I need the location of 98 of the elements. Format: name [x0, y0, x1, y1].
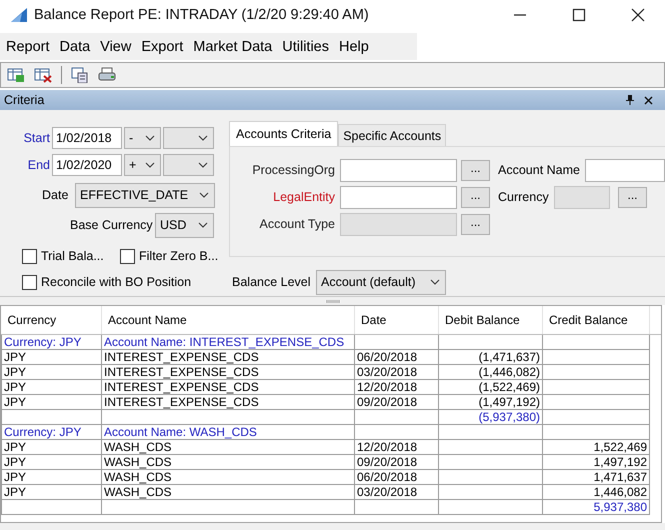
- sign-dropdown[interactable]: -: [124, 127, 161, 149]
- table-cell: JPY: [4, 366, 26, 378]
- checkbox-label: Reconcile with BO Position: [41, 275, 192, 289]
- close-icon[interactable]: [644, 96, 653, 104]
- menu-item[interactable]: Export: [139, 38, 190, 54]
- table-cell: 06/20/2018: [357, 470, 418, 484]
- input-field[interactable]: [585, 158, 665, 182]
- table-cell: 12/20/2018: [357, 380, 418, 394]
- table-cell: 03/20/2018: [357, 486, 418, 498]
- table-cell: JPY: [4, 456, 26, 468]
- table-cell: JPY: [4, 350, 26, 364]
- table-cell: (1,471,637): [478, 350, 540, 364]
- table-cell: 1,522,469: [594, 440, 647, 454]
- caret-icon: [145, 162, 155, 168]
- browse-button[interactable]: ...: [461, 160, 490, 180]
- table-cell: 1,471,637: [594, 470, 647, 484]
- table-cell: INTEREST_EXPENSE_CDS: [104, 366, 259, 378]
- caret-icon: [145, 135, 155, 141]
- table-cell: (1,522,469): [478, 380, 540, 394]
- input-field[interactable]: [340, 186, 457, 208]
- menu-item[interactable]: Market Data: [191, 38, 280, 54]
- window-title: Balance Report PE: INTRADAY (1/2/20 9:29:40 AM): [34, 7, 369, 23]
- table-cell: WASH_CDS: [104, 486, 172, 498]
- checkbox[interactable]: [22, 248, 37, 264]
- table-cell: 06/20/2018: [357, 350, 418, 364]
- table-cell: 5,937,380: [594, 500, 647, 514]
- printer-icon[interactable]: [98, 67, 116, 83]
- table-cell: 1,497,192: [594, 456, 647, 468]
- panel-title: Criteria: [4, 93, 44, 107]
- pin-icon[interactable]: [626, 95, 634, 105]
- checkbox[interactable]: [22, 274, 37, 290]
- column-header[interactable]: Credit Balance: [542, 306, 650, 334]
- field-label: Account Type: [258, 217, 336, 231]
- column-header[interactable]: Date: [354, 306, 438, 334]
- table-add-icon[interactable]: [7, 67, 25, 83]
- currency-dropdown[interactable]: USD: [155, 212, 214, 238]
- table-cell: JPY: [4, 380, 26, 394]
- input-field[interactable]: [340, 158, 457, 182]
- caret-icon: [198, 162, 208, 168]
- date-field[interactable]: 1/02/2020: [52, 154, 122, 176]
- tab[interactable]: Specific Accounts: [338, 124, 446, 146]
- checkbox[interactable]: [120, 248, 135, 264]
- app-logo-icon: [10, 7, 28, 23]
- table-cell: JPY: [4, 440, 26, 454]
- table-cell: JPY: [4, 486, 26, 498]
- menu-item[interactable]: Data: [58, 38, 98, 54]
- field-label: Account Name: [498, 163, 581, 177]
- table-cell: Currency: JPY: [4, 336, 82, 348]
- table-cell: (1,446,082): [478, 366, 540, 378]
- column-header[interactable]: Account Name: [102, 306, 354, 334]
- table-cell: Account Name: INTEREST_EXPENSE_CDS: [104, 336, 344, 348]
- table-cell: Account Name: WASH_CDS: [104, 426, 257, 438]
- menu-item[interactable]: Help: [336, 38, 376, 54]
- tab[interactable]: Accounts Criteria: [229, 121, 338, 146]
- table-cell: INTEREST_EXPENSE_CDS: [104, 380, 259, 394]
- balance-level-label: Balance Level: [232, 275, 312, 289]
- splitter-grip-icon[interactable]: [326, 300, 340, 302]
- table-cell: INTEREST_EXPENSE_CDS: [104, 396, 259, 408]
- checkbox-label: Trial Bala...: [41, 249, 104, 263]
- table-cell: Currency: JPY: [4, 426, 82, 438]
- table-delete-icon[interactable]: [34, 67, 52, 83]
- base-currency-label: Base Currency: [70, 218, 154, 232]
- table-cell: JPY: [4, 396, 26, 408]
- table-cell: (1,497,192): [478, 396, 540, 408]
- date-field[interactable]: 1/02/2018: [52, 127, 122, 149]
- checkbox-label: Filter Zero B...: [139, 249, 218, 263]
- table-cell: 12/20/2018: [357, 440, 418, 454]
- date-type-label: Date: [42, 188, 70, 202]
- table-cell: WASH_CDS: [104, 456, 172, 468]
- menu-item[interactable]: Report: [4, 38, 57, 54]
- balance-level-dropdown[interactable]: Account (default): [316, 270, 446, 294]
- table-cell: JPY: [4, 470, 26, 484]
- maximize-icon[interactable]: [572, 8, 586, 22]
- close-icon[interactable]: [631, 8, 645, 22]
- date-type-dropdown[interactable]: EFFECTIVE_DATE: [75, 182, 215, 208]
- date-label: Start: [22, 131, 51, 145]
- caret-icon: [430, 279, 440, 285]
- column-header[interactable]: Debit Balance: [438, 306, 542, 334]
- table-cell: 03/20/2018: [357, 366, 418, 378]
- table-cell: INTEREST_EXPENSE_CDS: [104, 350, 259, 364]
- caret-icon: [198, 222, 208, 228]
- field-label: LegalEntity: [272, 190, 336, 204]
- field-label: ProcessingOrg: [251, 163, 336, 177]
- browse-button[interactable]: ...: [461, 186, 490, 208]
- sign-dropdown[interactable]: +: [124, 154, 161, 176]
- table-cell: WASH_CDS: [104, 470, 172, 484]
- menu-item[interactable]: Utilities: [280, 38, 336, 54]
- table-cell: 1,446,082: [594, 486, 647, 498]
- caret-icon: [198, 135, 208, 141]
- table-cell: 09/20/2018: [357, 396, 418, 408]
- menu-item[interactable]: View: [98, 38, 138, 54]
- table-cell: WASH_CDS: [104, 440, 172, 454]
- column-header[interactable]: Currency: [2, 306, 102, 334]
- date-label: End: [26, 158, 51, 172]
- table-cell: (5,937,380): [478, 410, 540, 424]
- table-cell: 09/20/2018: [357, 456, 418, 468]
- caret-icon: [199, 192, 209, 198]
- field-label: Currency: [498, 190, 550, 204]
